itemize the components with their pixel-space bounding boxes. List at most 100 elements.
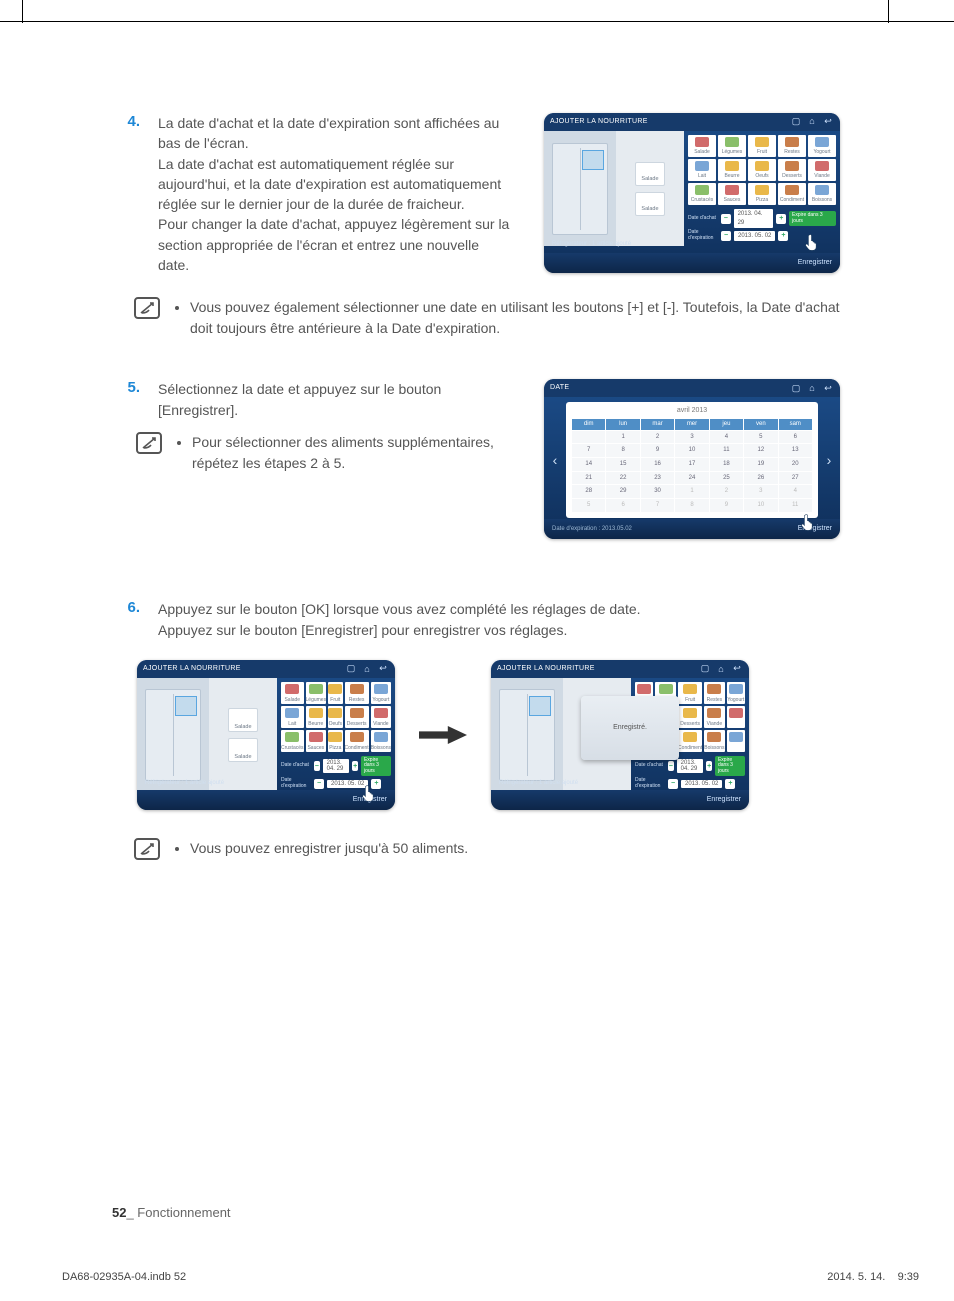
calendar-day[interactable]: 21 bbox=[572, 472, 605, 485]
calendar-day[interactable]: 13 bbox=[779, 444, 812, 457]
food-cell: Desserts bbox=[778, 159, 806, 181]
calendar-day[interactable]: 19 bbox=[744, 458, 777, 471]
calendar-day[interactable]: 4 bbox=[710, 431, 743, 444]
minus-button[interactable]: − bbox=[721, 231, 731, 241]
calendar-day[interactable]: 8 bbox=[675, 499, 708, 512]
calendar-day[interactable]: 30 bbox=[641, 485, 674, 498]
calendar-day[interactable]: 10 bbox=[744, 499, 777, 512]
next-month-button[interactable]: › bbox=[818, 450, 840, 470]
expire-badge: Expire dans 3 jours bbox=[361, 756, 391, 777]
home-icon: ⌂ bbox=[715, 663, 727, 675]
calendar-day[interactable]: 5 bbox=[572, 499, 605, 512]
save-disk-icon: ▢ bbox=[345, 663, 357, 675]
calendar-day[interactable]: 5 bbox=[744, 431, 777, 444]
save-disk-icon: ▢ bbox=[790, 116, 802, 128]
minus-button[interactable]: − bbox=[668, 779, 678, 789]
calendar-day[interactable]: 27 bbox=[779, 472, 812, 485]
calendar-day[interactable]: 25 bbox=[710, 472, 743, 485]
expiry-date-value[interactable]: 2013. 05. 02 bbox=[681, 780, 722, 788]
food-cell: Condiment bbox=[778, 183, 806, 205]
plus-button[interactable]: + bbox=[725, 779, 735, 789]
tap-hand-icon bbox=[798, 511, 818, 533]
home-icon: ⌂ bbox=[806, 116, 818, 128]
calendar-day[interactable]: 1 bbox=[606, 431, 639, 444]
tap-hand-icon bbox=[802, 231, 822, 253]
calendar-day[interactable]: 14 bbox=[572, 458, 605, 471]
plus-button[interactable]: + bbox=[776, 214, 786, 224]
fridge-illustration bbox=[145, 689, 201, 781]
calendar-day[interactable]: 12 bbox=[744, 444, 777, 457]
fridge-illustration bbox=[499, 689, 555, 781]
back-icon: ↩ bbox=[377, 663, 389, 675]
calendar-day[interactable]: 6 bbox=[779, 431, 812, 444]
calendar-day[interactable]: 24 bbox=[675, 472, 708, 485]
expiry-date-label: Date d'expiration bbox=[635, 778, 665, 789]
calendar-day[interactable]: 11 bbox=[710, 444, 743, 457]
step-6-paragraph-1: Appuyez sur le bouton [OK] lorsque vous … bbox=[158, 599, 840, 619]
calendar-day[interactable]: 9 bbox=[710, 499, 743, 512]
calendar-day[interactable]: 2 bbox=[641, 431, 674, 444]
food-cell: Restes bbox=[778, 135, 806, 157]
screenshot-after-save: AJOUTER LA NOURRITURE ▢ ⌂ ↩ Salade Salad… bbox=[491, 660, 749, 810]
calendar-day[interactable]: 16 bbox=[641, 458, 674, 471]
calendar-day[interactable]: 3 bbox=[675, 431, 708, 444]
purchase-date-value[interactable]: 2013. 04. 29 bbox=[677, 759, 704, 773]
calendar-day[interactable]: 3 bbox=[744, 485, 777, 498]
purchase-date-value[interactable]: 2013. 04. 29 bbox=[734, 209, 774, 228]
saved-toast: Enregistré. bbox=[581, 696, 679, 760]
calendar-day[interactable]: 23 bbox=[641, 472, 674, 485]
calendar-day[interactable]: 7 bbox=[641, 499, 674, 512]
plus-button[interactable]: + bbox=[778, 231, 788, 241]
step-6-paragraph-2: Appuyez sur le bouton [Enregistrer] pour… bbox=[158, 620, 840, 640]
calendar-day[interactable] bbox=[572, 431, 605, 444]
back-icon: ↩ bbox=[822, 382, 834, 394]
calendar-day[interactable]: 8 bbox=[606, 444, 639, 457]
food-cell: Sauces bbox=[306, 730, 327, 752]
purchase-date-value[interactable]: 2013. 04. 29 bbox=[323, 759, 350, 773]
selected-food-swatch: Salade bbox=[635, 192, 665, 216]
note-text: Vous pouvez également sélectionner une d… bbox=[190, 297, 840, 339]
calendar-day[interactable]: 29 bbox=[606, 485, 639, 498]
calendar-day[interactable]: 17 bbox=[675, 458, 708, 471]
expiry-date-value[interactable]: 2013. 05. 02 bbox=[734, 231, 775, 242]
page-number: 52 bbox=[112, 1205, 126, 1220]
calendar-day[interactable]: 1 bbox=[675, 485, 708, 498]
calendar-header: ven bbox=[744, 419, 777, 430]
prev-month-button[interactable]: ‹ bbox=[544, 450, 566, 470]
save-button[interactable]: Enregistrer bbox=[798, 258, 832, 268]
step-4-paragraph-1: La date d'achat et la date d'expiration … bbox=[158, 113, 514, 154]
minus-button[interactable]: − bbox=[314, 779, 324, 789]
food-cell: Fruit bbox=[328, 682, 342, 704]
calendar-day[interactable]: 26 bbox=[744, 472, 777, 485]
page-section-label: _ Fonctionnement bbox=[126, 1205, 230, 1220]
calendar-grid[interactable]: dimlunmarmerjeuvensam1234567891011121314… bbox=[572, 419, 812, 512]
calendar-day[interactable]: 6 bbox=[606, 499, 639, 512]
food-cell: Boissons bbox=[704, 730, 724, 752]
calendar-day[interactable]: 9 bbox=[641, 444, 674, 457]
calendar-day[interactable]: 28 bbox=[572, 485, 605, 498]
note-text: Pour sélectionner des aliments supplémen… bbox=[192, 432, 514, 474]
print-metadata-line: DA68-02935A-04.indb 52 2014. 5. 14. 9:39 bbox=[62, 1271, 919, 1283]
screenshot-title: AJOUTER LA NOURRITURE bbox=[497, 665, 695, 672]
calendar-day[interactable]: 10 bbox=[675, 444, 708, 457]
food-cell: Yogourt bbox=[808, 135, 836, 157]
plus-button[interactable]: + bbox=[352, 761, 358, 771]
minus-button[interactable]: − bbox=[314, 761, 320, 771]
calendar-day[interactable]: 2 bbox=[710, 485, 743, 498]
food-cell: Viande bbox=[371, 706, 391, 728]
minus-button[interactable]: − bbox=[668, 761, 674, 771]
calendar-header: mar bbox=[641, 419, 674, 430]
plus-button[interactable]: + bbox=[706, 761, 712, 771]
calendar-day[interactable]: 15 bbox=[606, 458, 639, 471]
calendar-day[interactable]: 4 bbox=[779, 485, 812, 498]
calendar-day[interactable]: 7 bbox=[572, 444, 605, 457]
calendar-day[interactable]: 22 bbox=[606, 472, 639, 485]
screenshot-title: AJOUTER LA NOURRITURE bbox=[143, 665, 341, 672]
calendar-day[interactable]: 20 bbox=[779, 458, 812, 471]
minus-button[interactable]: − bbox=[721, 214, 731, 224]
save-disk-icon: ▢ bbox=[699, 663, 711, 675]
calendar-day[interactable]: 11 bbox=[779, 499, 812, 512]
calendar-day[interactable]: 18 bbox=[710, 458, 743, 471]
step-number: 4. bbox=[112, 113, 140, 275]
save-button[interactable]: Enregistrer bbox=[707, 796, 741, 803]
